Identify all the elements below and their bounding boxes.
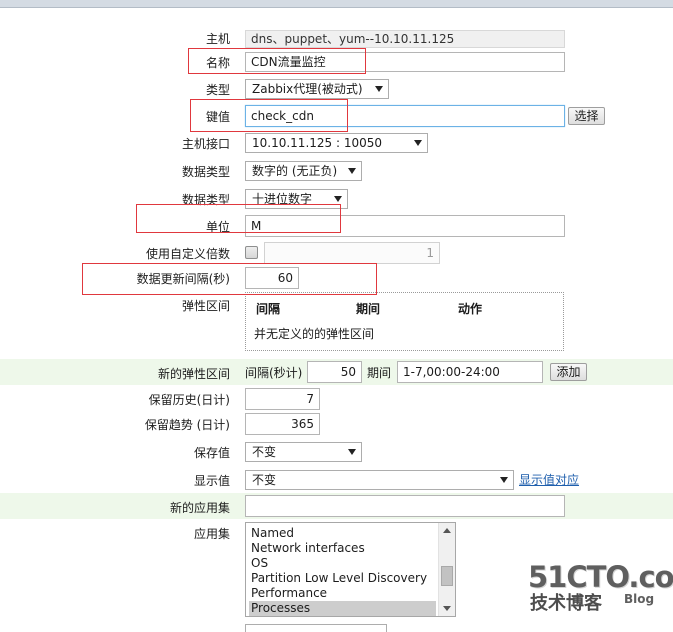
watermark-blog: Blog: [624, 592, 655, 606]
key-label: 键值: [205, 110, 230, 124]
show-value-label: 显示值: [193, 474, 230, 488]
new-flexible-interval-period-label: 期间: [367, 366, 392, 380]
new-flexible-interval-interval-label: 间隔(秒计): [245, 366, 303, 380]
show-value-row: 显示值 不变 显示值对应: [0, 470, 673, 490]
history-row: 保留历史(日计) 7: [0, 388, 673, 410]
name-row: 名称 CDN流量监控: [0, 52, 673, 72]
chevron-down-icon: [348, 449, 356, 455]
next-field-select[interactable]: [245, 624, 387, 632]
chevron-down-icon: [334, 196, 342, 202]
flexible-intervals-table: 间隔 期间 动作 并无定义的的弹性区间: [245, 292, 564, 351]
store-value-row: 保存值 不变: [0, 442, 673, 462]
type-of-information-label: 数据类型: [181, 165, 230, 179]
chevron-down-icon: [414, 140, 422, 146]
history-label: 保留历史(日计): [148, 393, 230, 407]
update-interval-row: 数据更新间隔(秒) 60: [0, 267, 673, 289]
host-interface-row: 主机接口 10.10.11.125 : 10050: [0, 133, 673, 153]
applications-listbox[interactable]: Named Network interfaces OS Partition Lo…: [245, 522, 456, 617]
new-flexible-interval-row: 新的弹性区间 间隔(秒计) 50 期间 1-7,00:00-24:00 添加: [0, 359, 673, 385]
list-item-selected[interactable]: Processes: [249, 601, 436, 616]
custom-multiplier-input[interactable]: 1: [264, 242, 440, 264]
store-value-select[interactable]: 不变: [245, 442, 362, 462]
new-application-input[interactable]: [245, 495, 565, 517]
custom-multiplier-row: 使用自定义倍数 1: [0, 242, 673, 264]
host-field: dns、puppet、yum--10.10.11.125: [245, 30, 565, 48]
chevron-down-icon: [375, 86, 383, 92]
type-row: 类型 Zabbix代理(被动式): [0, 79, 673, 99]
key-input[interactable]: check_cdn: [245, 105, 565, 127]
store-value-value: 不变: [252, 445, 277, 459]
store-value-label: 保存值: [193, 446, 230, 460]
name-label: 名称: [205, 56, 230, 70]
units-row: 单位 M: [0, 215, 673, 237]
type-of-information-select[interactable]: 数字的 (无正负): [245, 161, 362, 181]
custom-multiplier-label: 使用自定义倍数: [145, 247, 230, 261]
chevron-down-icon: [348, 168, 356, 174]
type-of-information-value: 数字的 (无正负): [252, 164, 338, 178]
data-type-value: 十进位数字: [252, 192, 313, 206]
top-bar: [0, 0, 673, 8]
list-item[interactable]: Network interfaces: [249, 541, 436, 556]
host-interface-value: 10.10.11.125 : 10050: [252, 136, 383, 150]
show-value-value: 不变: [252, 473, 277, 487]
flexible-intervals-col-interval: 间隔: [256, 302, 281, 316]
type-label: 类型: [205, 83, 230, 97]
new-flexible-interval-interval-input[interactable]: 50: [307, 361, 362, 383]
new-flexible-interval-label: 新的弹性区间: [157, 367, 230, 381]
scroll-down-icon[interactable]: [443, 606, 451, 611]
value-mapping-link[interactable]: 显示值对应: [519, 473, 579, 487]
custom-multiplier-checkbox[interactable]: [245, 246, 258, 259]
key-select-button[interactable]: 选择: [568, 107, 605, 125]
type-of-information-row: 数据类型 数字的 (无正负): [0, 161, 673, 181]
list-item[interactable]: Performance: [249, 586, 436, 601]
chevron-down-icon: [500, 477, 508, 483]
list-item[interactable]: Named: [249, 526, 436, 541]
history-input[interactable]: 7: [245, 388, 320, 410]
type-select-value: Zabbix代理(被动式): [252, 82, 363, 96]
scroll-up-icon[interactable]: [443, 528, 451, 533]
flexible-intervals-label: 弹性区间: [181, 299, 230, 313]
host-label: 主机: [205, 32, 230, 46]
key-row: 键值 check_cdn 选择: [0, 105, 673, 127]
watermark-sub: 技术博客: [530, 593, 602, 614]
flexible-intervals-row: 弹性区间 间隔 期间 动作 并无定义的的弹性区间: [0, 292, 673, 352]
show-value-select[interactable]: 不变: [245, 470, 514, 490]
host-row: 主机 dns、puppet、yum--10.10.11.125: [0, 30, 673, 48]
update-interval-input[interactable]: 60: [245, 267, 299, 289]
units-input[interactable]: M: [245, 215, 565, 237]
name-input[interactable]: CDN流量监控: [245, 52, 565, 72]
flexible-intervals-col-action: 动作: [458, 302, 483, 316]
host-interface-select[interactable]: 10.10.11.125 : 10050: [245, 133, 428, 153]
watermark-site: 51CTO.com: [528, 560, 673, 594]
trends-input[interactable]: 365: [245, 413, 320, 435]
new-application-row: 新的应用集: [0, 493, 673, 519]
update-interval-label: 数据更新间隔(秒): [136, 272, 230, 286]
flexible-intervals-empty-text: 并无定义的的弹性区间: [254, 327, 375, 341]
applications-label: 应用集: [193, 527, 230, 541]
list-item[interactable]: OS: [249, 556, 436, 571]
new-application-label: 新的应用集: [169, 501, 230, 515]
data-type-row: 数据类型 十进位数字: [0, 189, 673, 209]
host-interface-label: 主机接口: [181, 137, 230, 151]
data-type-select[interactable]: 十进位数字: [245, 189, 348, 209]
trends-row: 保留趋势 (日计) 365: [0, 413, 673, 435]
trends-label: 保留趋势 (日计): [144, 418, 230, 432]
new-flexible-interval-period-input[interactable]: 1-7,00:00-24:00: [397, 361, 543, 383]
flexible-intervals-col-period: 期间: [356, 302, 381, 316]
list-item[interactable]: Partition Low Level Discovery: [249, 571, 436, 586]
data-type-label: 数据类型: [181, 193, 230, 207]
units-label: 单位: [205, 220, 230, 234]
scroll-thumb[interactable]: [441, 566, 453, 586]
scrollbar[interactable]: [438, 523, 455, 616]
type-select[interactable]: Zabbix代理(被动式): [245, 79, 389, 99]
add-flexible-interval-button[interactable]: 添加: [550, 363, 587, 381]
